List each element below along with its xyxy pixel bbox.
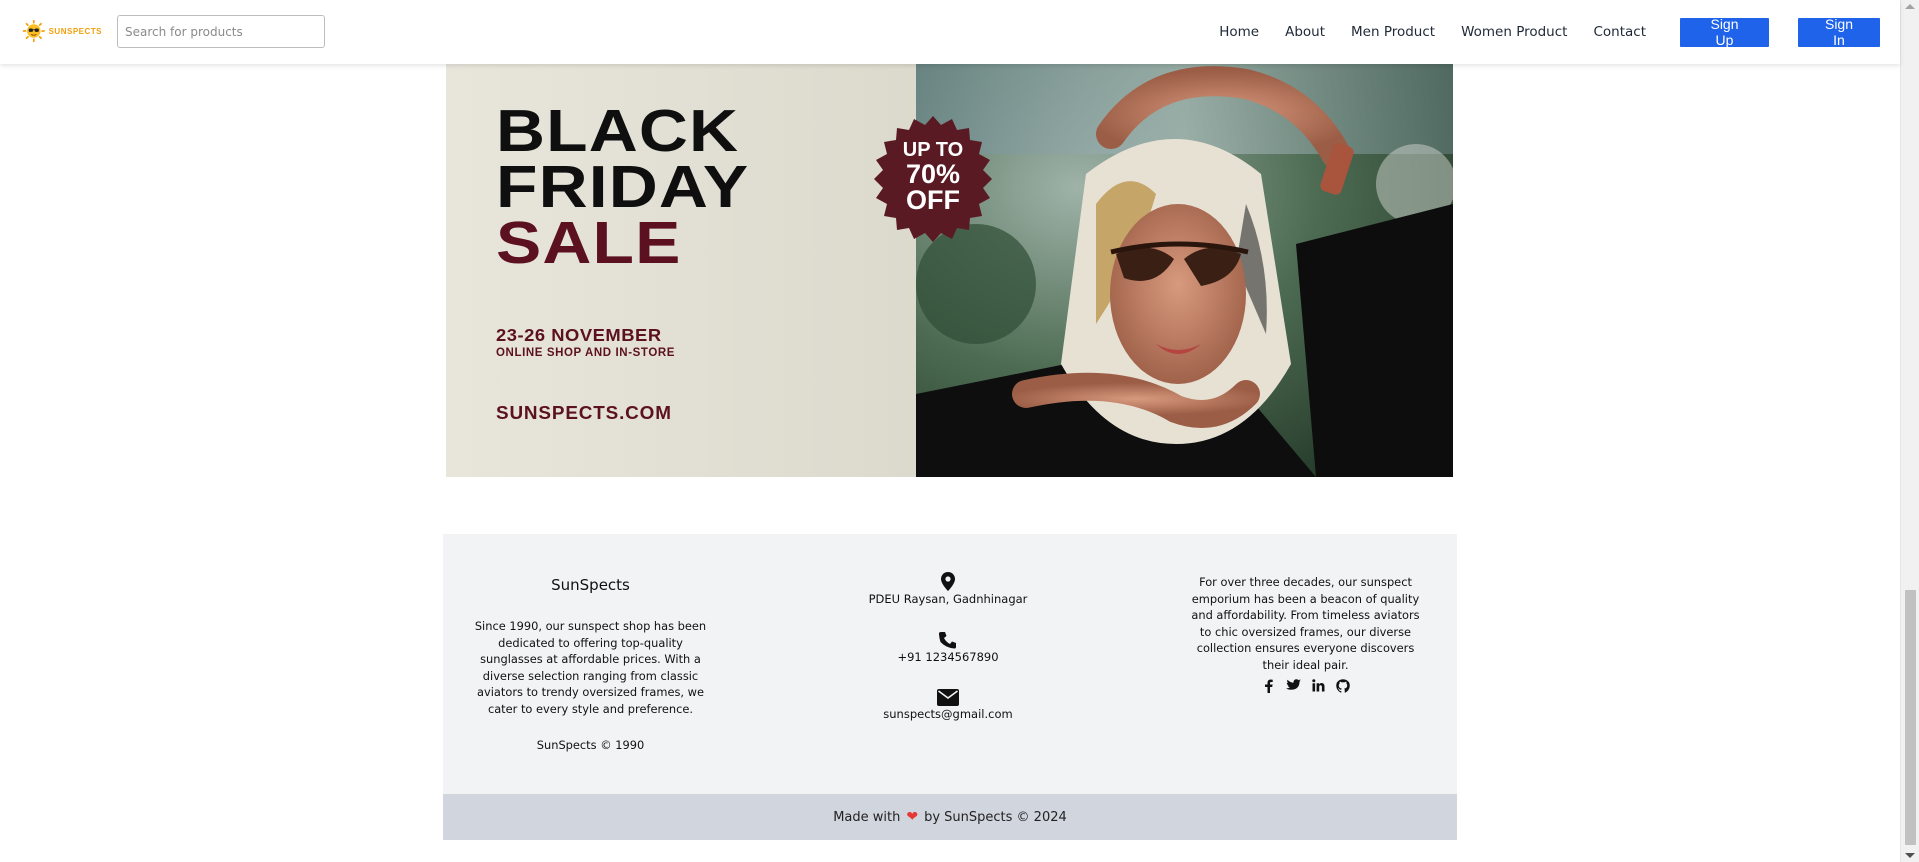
banner-subtitle: ONLINE SHOP AND IN-STORE: [496, 347, 676, 359]
banner-website: SUNSPECTS.COM: [496, 403, 672, 423]
footer-info-text: For over three decades, our sunspect emp…: [1191, 575, 1420, 672]
heart-icon: ❤: [906, 809, 919, 825]
banner-text-panel: BLACK FRIDAY SALE 23-26 NOVEMBER ONLINE …: [446, 64, 916, 477]
footer-bottom-bar: Made with ❤ by SunSpects © 2024: [443, 794, 1457, 840]
scroll-up-arrow-icon[interactable]: [1905, 4, 1915, 9]
sign-in-button[interactable]: Sign In: [1798, 16, 1880, 48]
black-friday-banner[interactable]: BLACK FRIDAY SALE 23-26 NOVEMBER ONLINE …: [446, 64, 1453, 477]
nav-link-about[interactable]: About: [1285, 24, 1325, 40]
made-with-text: Made with: [833, 809, 901, 825]
footer-brand-title: SunSpects: [551, 576, 630, 594]
banner-title-line2: FRIDAY: [496, 154, 750, 220]
badge-line2: 70%: [905, 158, 961, 189]
nav-link-contact[interactable]: Contact: [1593, 24, 1646, 40]
page: SUNSPECTS Home About Men Product Women P…: [0, 0, 1919, 862]
contact-phone-text: +91 1234567890: [897, 650, 999, 664]
contact-address-text: PDEU Raysan, Gadnhinagar: [868, 592, 1028, 606]
footer-about-copyright: SunSpects © 1990: [536, 738, 645, 752]
contact-phone: +91 1234567890: [843, 631, 1053, 664]
contact-address: PDEU Raysan, Gadnhinagar: [843, 572, 1053, 606]
badge-line3: OFF: [906, 185, 960, 216]
brand-logo[interactable]: SUNSPECTS: [22, 14, 102, 48]
footer-copyright: by SunSpects © 2024: [924, 809, 1067, 825]
brand-name: SUNSPECTS: [48, 26, 102, 36]
badge-line1: UP TO: [902, 139, 964, 161]
nav-link-men-product[interactable]: Men Product: [1351, 24, 1435, 40]
envelope-icon: [937, 689, 959, 706]
banner-dates: 23-26 NOVEMBER: [496, 325, 662, 345]
social-links: [1188, 678, 1423, 693]
sign-up-button[interactable]: Sign Up: [1680, 16, 1769, 48]
nav-links: Home About Men Product Women Product Con…: [1219, 0, 1900, 64]
twitter-icon[interactable]: [1285, 678, 1301, 693]
footer: SunSpects Since 1990, our sunspect shop …: [443, 534, 1457, 794]
scroll-down-arrow-icon[interactable]: [1905, 853, 1915, 858]
sun-glasses-logo-icon: [22, 20, 45, 42]
contact-email: sunspects@gmail.com: [843, 689, 1053, 721]
banner-title-line1: BLACK: [496, 98, 740, 164]
nav-link-women-product[interactable]: Women Product: [1461, 24, 1567, 40]
page-scrollbar[interactable]: [1900, 0, 1919, 862]
map-pin-icon: [941, 572, 955, 591]
scroll-thumb[interactable]: [1905, 590, 1916, 845]
footer-about-text: Since 1990, our sunspect shop has been d…: [474, 619, 707, 716]
github-icon[interactable]: [1336, 678, 1351, 693]
search-input[interactable]: [117, 15, 325, 48]
banner-title-line3: SALE: [496, 210, 682, 276]
linkedin-icon[interactable]: [1311, 678, 1326, 693]
discount-badge: UP TO 70% OFF: [868, 114, 998, 244]
facebook-icon[interactable]: [1261, 678, 1276, 693]
contact-email-text[interactable]: sunspects@gmail.com: [843, 707, 1053, 721]
phone-icon: [939, 632, 956, 649]
navbar: SUNSPECTS Home About Men Product Women P…: [0, 0, 1900, 64]
nav-link-home[interactable]: Home: [1219, 24, 1259, 40]
discount-badge-text: UP TO 70% OFF: [868, 139, 998, 216]
